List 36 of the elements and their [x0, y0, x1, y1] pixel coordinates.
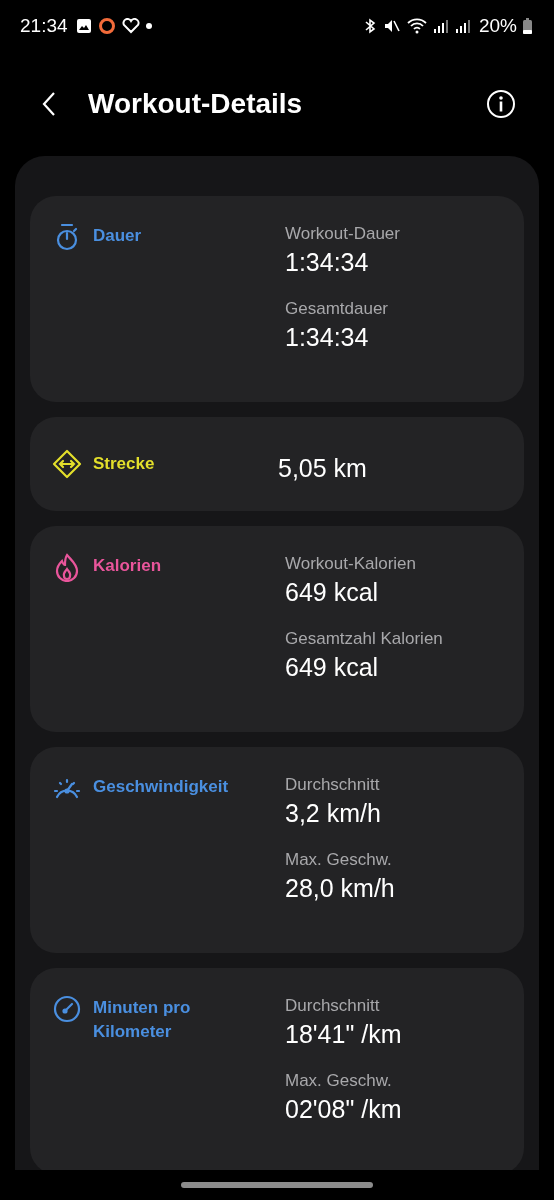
- status-time: 21:34: [20, 15, 68, 37]
- stat-label: Gesamtdauer: [285, 299, 389, 319]
- stat-label: Durchschnitt: [285, 775, 381, 795]
- wifi-icon: [406, 18, 427, 34]
- signal-icon: [432, 18, 449, 34]
- stat-value: 649 kcal: [285, 578, 380, 607]
- mute-icon: [382, 18, 401, 34]
- stat-value: 649 kcal: [285, 653, 380, 682]
- stat-value: 28,0 km/h: [285, 874, 395, 903]
- gallery-icon: [75, 18, 92, 34]
- signal-icon: [454, 18, 471, 34]
- stat-label: Workout-Kalorien: [285, 554, 418, 574]
- battery-icon: [523, 18, 532, 34]
- page-title: Workout-Details: [88, 88, 304, 120]
- battery-percent: 20%: [478, 15, 517, 37]
- stat-value: 1:34:34: [285, 323, 370, 352]
- ring-icon: [97, 17, 116, 35]
- stat-value: 18'41" /km: [285, 1020, 402, 1049]
- card-title: Geschwindigkeit: [93, 776, 230, 798]
- stat-label: Max. Geschw.: [285, 850, 393, 870]
- stat-label: Max. Geschw.: [285, 1071, 393, 1091]
- stat-value: 1:34:34: [285, 248, 370, 277]
- stat-value: 3,2 km/h: [285, 799, 382, 828]
- stat-label: Gesamtzahl Kalorien: [285, 629, 443, 649]
- stat-value: 02'08" /km: [285, 1095, 402, 1124]
- stat-label: Durchschnitt: [285, 996, 381, 1016]
- dot-icon: [145, 23, 152, 29]
- card-title: Kalorien: [93, 555, 163, 577]
- back-icon[interactable]: [42, 91, 56, 117]
- stat-label: Workout-Dauer: [285, 224, 400, 244]
- card-title: Dauer: [93, 225, 143, 247]
- info-icon[interactable]: [486, 89, 516, 119]
- stat-value: 5,05 km: [278, 453, 367, 483]
- card-title: Minuten pro Kilometer: [93, 997, 192, 1043]
- card-title: Strecke: [93, 453, 156, 475]
- heart-icon: [121, 18, 140, 34]
